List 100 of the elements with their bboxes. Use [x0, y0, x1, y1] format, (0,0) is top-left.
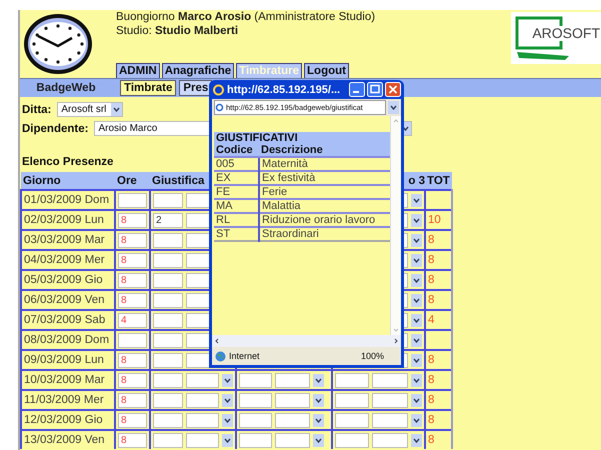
text-input[interactable] [335, 432, 369, 448]
logo-text: AROSOFT [532, 26, 600, 40]
text-input[interactable] [335, 372, 369, 388]
hours-input[interactable]: 8 [118, 392, 147, 408]
date-cell: 08/03/2009 Dom [21, 330, 115, 350]
text-input[interactable] [239, 372, 272, 388]
status-text: Internet [229, 351, 261, 361]
date-cell: 13/03/2009 Ven [21, 430, 115, 449]
justification-input[interactable] [153, 252, 183, 268]
text-input[interactable] [186, 372, 219, 388]
total-value: 8 [428, 394, 434, 406]
field-label: Ditta: [22, 104, 52, 116]
justification-input[interactable] [153, 412, 183, 428]
text-input[interactable] [372, 372, 408, 388]
date-cell: 07/03/2009 Sab [21, 310, 115, 330]
column-header: Descrizione [259, 144, 390, 157]
justification-input[interactable] [153, 392, 183, 408]
total-value: 8 [428, 254, 434, 266]
date-cell: 02/03/2009 Lun [21, 210, 115, 230]
hours-input[interactable]: 8 [118, 372, 147, 388]
hours-input[interactable]: 8 [118, 232, 147, 248]
nav-tab[interactable]: Timbrate [120, 80, 176, 96]
text-input[interactable] [186, 412, 219, 428]
justification-input[interactable] [153, 232, 183, 248]
text-input[interactable] [275, 432, 310, 448]
field-label: Dipendente: [22, 122, 88, 134]
greeting-text: Buongiorno Marco Arosio (Amministratore Studio) [116, 10, 376, 24]
table-title: GIUSTIFICATIVI [214, 132, 390, 144]
text-input[interactable] [372, 432, 408, 448]
studio-text: Studio: Studio Malberti [116, 24, 240, 38]
company-select[interactable]: Arosoft srl [57, 102, 124, 117]
date-cell: 03/03/2009 Mar [21, 230, 115, 250]
date-cell: 11/03/2009 Mer [21, 390, 115, 410]
text-input[interactable] [275, 392, 310, 408]
text-input[interactable] [372, 392, 408, 408]
code-cell: EX [214, 171, 259, 185]
text-input[interactable] [275, 372, 310, 388]
justification-input[interactable] [153, 352, 183, 368]
justification-input[interactable] [153, 312, 183, 328]
window-title: http://62.85.192.195/... [227, 84, 342, 96]
text-input[interactable] [372, 412, 408, 428]
close-icon[interactable] [385, 82, 401, 97]
hours-input[interactable] [118, 192, 147, 208]
text-input[interactable] [186, 392, 219, 408]
vertical-scrollbar[interactable] [390, 116, 401, 335]
zoom-level[interactable]: 100% [360, 351, 384, 361]
hours-input[interactable]: 8 [118, 272, 147, 288]
menu-tab[interactable]: Anagrafiche [162, 63, 234, 78]
justification-input[interactable] [153, 192, 183, 208]
text-input[interactable] [335, 412, 369, 428]
page-icon [215, 103, 224, 112]
column-header: Ore [115, 172, 150, 190]
section-title: Elenco Presenze [22, 156, 114, 168]
text-input[interactable] [239, 392, 272, 408]
hours-input[interactable]: 4 [118, 312, 147, 328]
code-cell: ST [214, 227, 259, 241]
brand-text: BadgeWeb [35, 82, 97, 94]
hours-input[interactable]: 8 [118, 292, 147, 308]
nav-tab[interactable]: Pres [179, 80, 212, 96]
hours-input[interactable]: 8 [118, 252, 147, 268]
total-value: 8 [428, 374, 434, 386]
text-input[interactable] [186, 432, 219, 448]
code-cell: 005 [214, 157, 259, 171]
clock-icon [22, 12, 94, 76]
column-header: TOT [425, 172, 452, 190]
hours-input[interactable]: 8 [118, 412, 147, 428]
total-value: 4 [428, 314, 434, 326]
date-cell: 06/03/2009 Ven [21, 290, 115, 310]
justification-input[interactable] [153, 432, 183, 448]
hours-input[interactable]: 8 [118, 432, 147, 448]
total-value: 8 [428, 294, 434, 306]
justification-input[interactable] [153, 372, 183, 388]
code-cell: RL [214, 213, 259, 227]
hours-input[interactable]: 8 [118, 212, 147, 228]
code-cell: FE [214, 185, 259, 199]
code-cell: MA [214, 199, 259, 213]
justification-input[interactable] [153, 272, 183, 288]
justification-input[interactable]: 2 [153, 212, 183, 228]
total-value: 8 [428, 354, 434, 366]
column-header: Giorno [21, 172, 115, 190]
justification-input[interactable] [153, 292, 183, 308]
text-input[interactable] [239, 432, 272, 448]
minimize-icon[interactable] [349, 82, 365, 97]
menu-tab[interactable]: Logout [304, 63, 349, 78]
maximize-icon[interactable] [367, 82, 383, 97]
globe-icon [215, 350, 226, 362]
hours-input[interactable] [118, 332, 147, 348]
date-cell: 04/03/2009 Mer [21, 250, 115, 270]
hours-input[interactable]: 8 [118, 352, 147, 368]
date-cell: 01/03/2009 Dom [21, 190, 115, 210]
date-cell: 10/03/2009 Mar [21, 370, 115, 390]
justification-input[interactable] [153, 332, 183, 348]
date-cell: 05/03/2009 Gio [21, 270, 115, 290]
text-input[interactable] [239, 412, 272, 428]
total-value: 8 [428, 434, 434, 446]
menu-tab[interactable]: ADMIN [116, 63, 160, 78]
text-input[interactable] [275, 412, 310, 428]
text-input[interactable] [335, 392, 369, 408]
horizontal-scrollbar[interactable] [212, 335, 401, 347]
total-value: 10 [428, 214, 441, 226]
